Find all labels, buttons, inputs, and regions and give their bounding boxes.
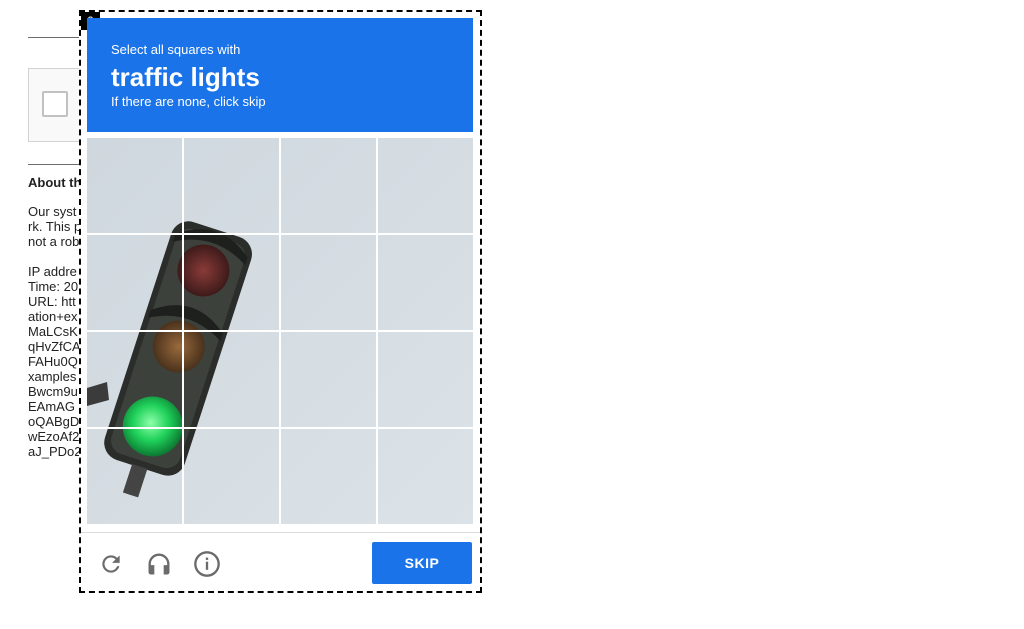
background-text-line: not a rob [28,234,80,249]
background-text-line: rk. This p [28,219,82,234]
footer-divider [81,532,480,533]
captcha-challenge-dialog: 0 Select all squares with traffic lights… [79,10,482,593]
reload-icon[interactable] [95,548,127,580]
background-text-line: IP addre [28,264,77,279]
audio-headphones-icon[interactable] [143,548,175,580]
background-text-line: MaLCsK [28,324,78,339]
about-title: About th [28,175,82,190]
info-icon[interactable] [191,548,223,580]
grid-tile-r1-c1[interactable] [87,138,182,233]
background-text-line: wEzoAf2 [28,429,80,444]
background-text-line: qHvZfCA [28,339,81,354]
grid-tile-r4-c2[interactable] [184,429,279,524]
challenge-hint: If there are none, click skip [111,94,266,109]
background-text-line: ation+ex [28,309,78,324]
grid-tile-r1-c4[interactable] [378,138,473,233]
background-text-line: EAmAG [28,399,75,414]
grid-tile-r4-c4[interactable] [378,429,473,524]
background-text-line: xamples [28,369,77,384]
instruction-prefix: Select all squares with [111,42,241,57]
grid-tile-r2-c2[interactable] [184,235,279,330]
grid-tile-r4-c1[interactable] [87,429,182,524]
grid-tile-r2-c4[interactable] [378,235,473,330]
recaptcha-checkbox[interactable] [42,91,68,117]
background-text-line: aJ_PDo2 [28,444,82,459]
grid-tile-r3-c4[interactable] [378,332,473,427]
grid-tile-r3-c3[interactable] [281,332,376,427]
background-text-line: URL: htt [28,294,76,309]
skip-button[interactable]: SKIP [372,542,472,584]
grid-tile-r1-c3[interactable] [281,138,376,233]
image-grid [87,138,473,524]
background-text-line: Bwcm9u [28,384,78,399]
grid-tile-r3-c2[interactable] [184,332,279,427]
grid-tile-r4-c3[interactable] [281,429,376,524]
grid-tile-r2-c3[interactable] [281,235,376,330]
grid-tile-r3-c1[interactable] [87,332,182,427]
grid-tile-r2-c1[interactable] [87,235,182,330]
background-text-line: Our syst [28,204,77,219]
background-text-line: FAHu0Q [28,354,78,369]
background-text-line: oQABgD [28,414,80,429]
grid-tile-r1-c2[interactable] [184,138,279,233]
challenge-target: traffic lights [111,62,260,92]
background-text-line: Time: 20 [28,279,79,294]
challenge-header: Select all squares with traffic lights I… [87,18,473,132]
